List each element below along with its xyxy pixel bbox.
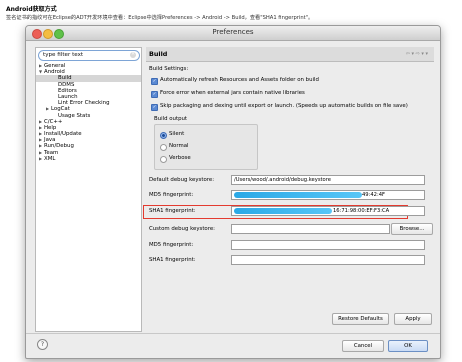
custom-keystore-label: Custom debug keystore:	[149, 226, 215, 232]
md5-fingerprint-tail: 49:42:4F	[362, 192, 385, 198]
verbose-radio[interactable]	[160, 156, 167, 163]
doc-description: 签名证书的指纹可在Eclipse的ADT开发环境中查看：Eclipse中选择Pr…	[6, 15, 314, 21]
sidebar-item-label: Team	[44, 149, 59, 156]
sidebar-item-label: LogCat	[51, 106, 70, 113]
silent-radio[interactable]	[160, 132, 167, 139]
verbose-label: Verbose	[169, 155, 191, 161]
refresh-option-label: Automatically refresh Resources and Asse…	[160, 77, 319, 83]
md5-redaction-mask	[234, 192, 362, 198]
md5-fingerprint-field[interactable]: 49:42:4F	[231, 190, 425, 200]
browse-button[interactable]: Browse...	[391, 223, 433, 235]
custom-sha1-label: SHA1 fingerprint:	[149, 257, 196, 263]
help-icon[interactable]: ?	[37, 339, 48, 350]
silent-label: Silent	[169, 131, 185, 137]
sidebar-item-label: XML	[44, 155, 56, 162]
refresh-checkbox[interactable]: ✓	[151, 78, 158, 85]
sha1-fingerprint-tail: 16:71:98:00:EF:F3:CA	[333, 208, 390, 214]
normal-label: Normal	[169, 143, 189, 149]
sha1-redaction-mask	[234, 208, 332, 214]
custom-md5-field[interactable]	[231, 240, 425, 250]
skip-packaging-option-label: Skip packaging and dexing until export o…	[160, 103, 408, 109]
build-output-group: Silent Normal Verbose	[154, 124, 258, 170]
sidebar-item-label: Help	[44, 124, 57, 131]
clear-filter-icon[interactable]: ✕	[130, 52, 136, 58]
sha1-fingerprint-field[interactable]: 16:71:98:00:EF:F3:CA	[231, 206, 425, 216]
window-title: Preferences	[212, 28, 254, 36]
footer-divider	[26, 333, 440, 334]
custom-keystore-field[interactable]	[231, 224, 390, 234]
ok-button[interactable]: OK	[388, 340, 428, 352]
page-title: Build	[149, 50, 168, 58]
preferences-window: Preferences type filter text ✕ ▶ General ▼…	[25, 25, 441, 359]
history-nav-icons[interactable]: ⇦ ▾ ⇨ ▾ ▾	[406, 51, 428, 57]
page-header: Build ⇦ ▾ ⇨ ▾ ▾	[146, 47, 434, 62]
md5-fingerprint-label: MD5 fingerprint:	[149, 192, 194, 198]
doc-title: Android获取方式	[6, 6, 57, 13]
sidebar-item-label: Usage Stats	[58, 112, 91, 119]
default-keystore-field[interactable]: /Users/wood/.android/debug.keystore	[231, 175, 425, 185]
restore-defaults-button[interactable]: Restore Defaults	[332, 313, 389, 325]
sidebar-item-label: Android	[44, 69, 65, 76]
apply-button[interactable]: Apply	[394, 313, 432, 325]
skip-packaging-checkbox[interactable]: ✓	[151, 104, 158, 111]
sidebar-item-label: Java	[44, 137, 56, 144]
custom-sha1-field[interactable]	[231, 255, 425, 265]
build-output-label: Build output	[154, 116, 188, 122]
filter-input[interactable]: type filter text ✕	[38, 50, 140, 61]
cancel-button[interactable]: Cancel	[342, 340, 384, 352]
default-keystore-label: Default debug keystore:	[149, 177, 215, 183]
preferences-tree: ▶ General ▼ Android Build DDMS Editors Launch Li…	[36, 63, 141, 162]
sidebar-item-label: Launch	[58, 93, 78, 100]
preferences-sidebar: type filter text ✕ ▶ General ▼ Android Build…	[35, 47, 142, 332]
build-page: Build ⇦ ▾ ⇨ ▾ ▾ Build Settings: ✓ Automa…	[143, 47, 434, 330]
sidebar-item-label: Editors	[58, 87, 77, 94]
sidebar-item-label: General	[44, 63, 66, 69]
force-error-option-label: Force error when external jars contain n…	[160, 90, 305, 96]
sidebar-item-label: Run/Debug	[44, 143, 74, 150]
sidebar-item-label: C/C++	[44, 118, 63, 125]
title-bar: Preferences	[26, 26, 440, 41]
force-error-checkbox[interactable]: ✓	[151, 91, 158, 98]
filter-placeholder: type filter text	[43, 52, 84, 58]
sidebar-item-label: Install/Update	[44, 131, 82, 138]
build-settings-label: Build Settings:	[149, 66, 189, 72]
custom-md5-label: MD5 fingerprint:	[149, 242, 194, 248]
sidebar-item-label: DDMS	[58, 81, 75, 88]
normal-radio[interactable]	[160, 144, 167, 151]
sidebar-item-label: Build	[58, 75, 72, 82]
sha1-fingerprint-label: SHA1 fingerprint:	[149, 208, 196, 214]
sidebar-item-xml[interactable]: ▶ XML	[36, 156, 141, 162]
sidebar-item-label: Lint Error Checking	[58, 100, 110, 107]
